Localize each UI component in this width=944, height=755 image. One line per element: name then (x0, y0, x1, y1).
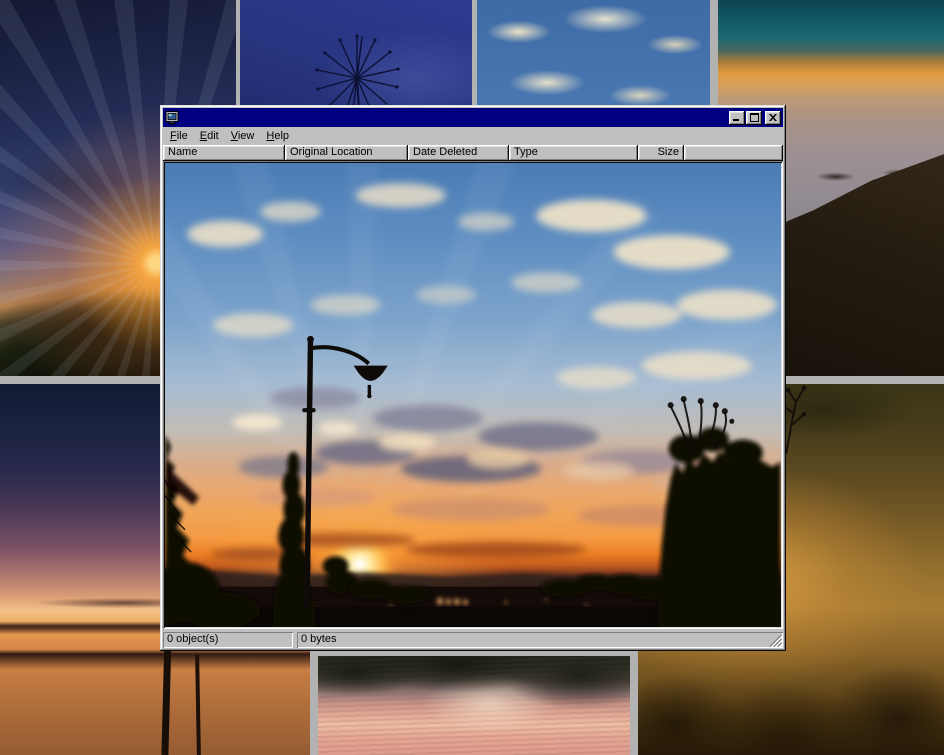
wallpaper-photo-pink-reflection (318, 656, 630, 755)
column-header-filler[interactable] (684, 145, 783, 161)
column-header-type[interactable]: Type (509, 145, 638, 161)
recycle-bin-window: FileEditViewHelp NameOriginal LocationDa… (160, 105, 786, 651)
pole-silhouette (195, 655, 201, 755)
column-header-size[interactable]: Size (638, 145, 684, 161)
status-bar: 0 object(s) 0 bytes (163, 632, 783, 648)
column-header-name[interactable]: Name (163, 145, 285, 161)
maximize-icon (750, 113, 759, 122)
close-button[interactable] (765, 111, 781, 125)
list-view-background-photo (165, 163, 781, 627)
minimize-button[interactable] (729, 111, 745, 125)
menu-bar: FileEditViewHelp (163, 127, 783, 145)
status-object-count: 0 object(s) (163, 632, 293, 648)
resize-grip-icon[interactable] (769, 634, 782, 647)
menu-item-help[interactable]: Help (260, 128, 295, 144)
menu-item-view[interactable]: View (225, 128, 261, 144)
twig-silhouette (778, 384, 838, 454)
desktop: { "window": { "title": "", "titlebar_col… (0, 0, 944, 755)
menu-item-file[interactable]: File (164, 128, 194, 144)
column-header-original-location[interactable]: Original Location (285, 145, 408, 161)
menu-item-edit[interactable]: Edit (194, 128, 225, 144)
window-titlebar[interactable] (163, 108, 783, 127)
maximize-button[interactable] (746, 111, 762, 125)
column-header-date-deleted[interactable]: Date Deleted (408, 145, 509, 161)
status-byte-count-text: 0 bytes (301, 633, 336, 645)
close-icon (769, 114, 777, 121)
computer-monitor-icon[interactable] (165, 111, 180, 125)
status-byte-count: 0 bytes (297, 632, 783, 648)
list-view-area[interactable] (163, 161, 783, 629)
minimize-icon (733, 114, 741, 121)
list-column-headers: NameOriginal LocationDate DeletedTypeSiz… (163, 145, 783, 161)
